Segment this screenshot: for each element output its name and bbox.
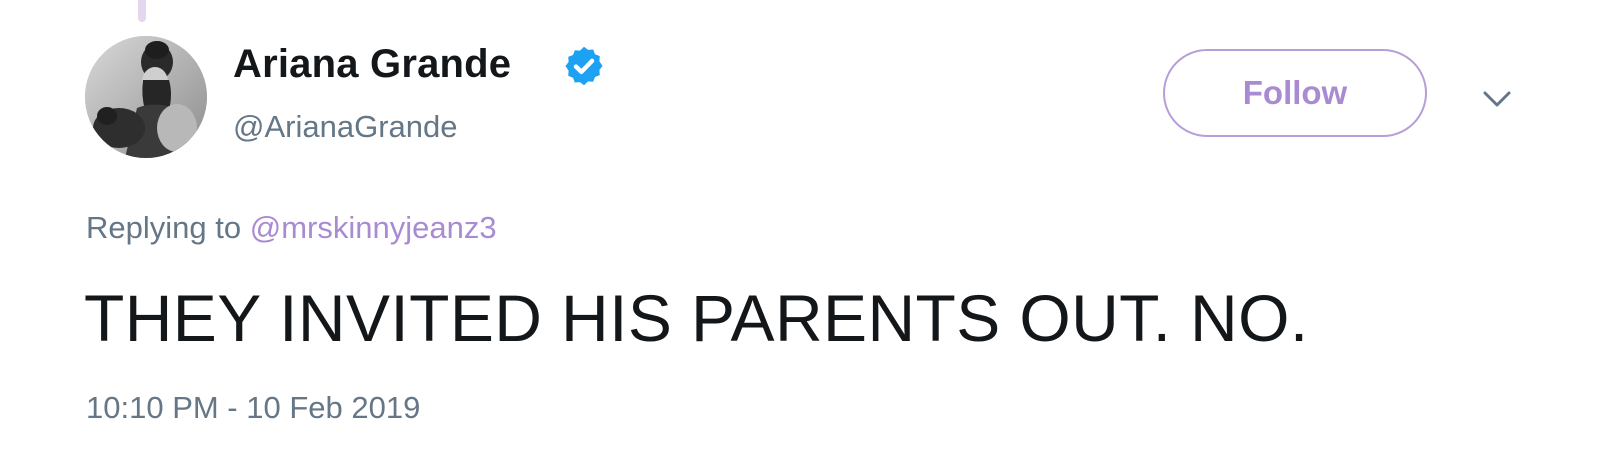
avatar[interactable] bbox=[85, 36, 207, 158]
follow-button[interactable]: Follow bbox=[1163, 49, 1427, 137]
avatar-photo bbox=[85, 36, 207, 158]
reply-context: Replying to @mrskinnyjeanz3 bbox=[86, 210, 497, 246]
author-display-name[interactable]: Ariana Grande bbox=[233, 42, 511, 87]
verified-badge-icon bbox=[565, 46, 603, 86]
thread-connector-line bbox=[138, 0, 146, 22]
tweet-text: THEY INVITED HIS PARENTS OUT. NO. bbox=[84, 281, 1309, 355]
tweet-timestamp[interactable]: 10:10 PM - 10 Feb 2019 bbox=[86, 390, 420, 426]
chevron-down-icon[interactable] bbox=[1480, 82, 1514, 116]
reply-prefix: Replying to bbox=[86, 210, 242, 245]
author-username[interactable]: @ArianaGrande bbox=[233, 109, 457, 145]
reply-handle-link[interactable]: @mrskinnyjeanz3 bbox=[250, 210, 497, 245]
